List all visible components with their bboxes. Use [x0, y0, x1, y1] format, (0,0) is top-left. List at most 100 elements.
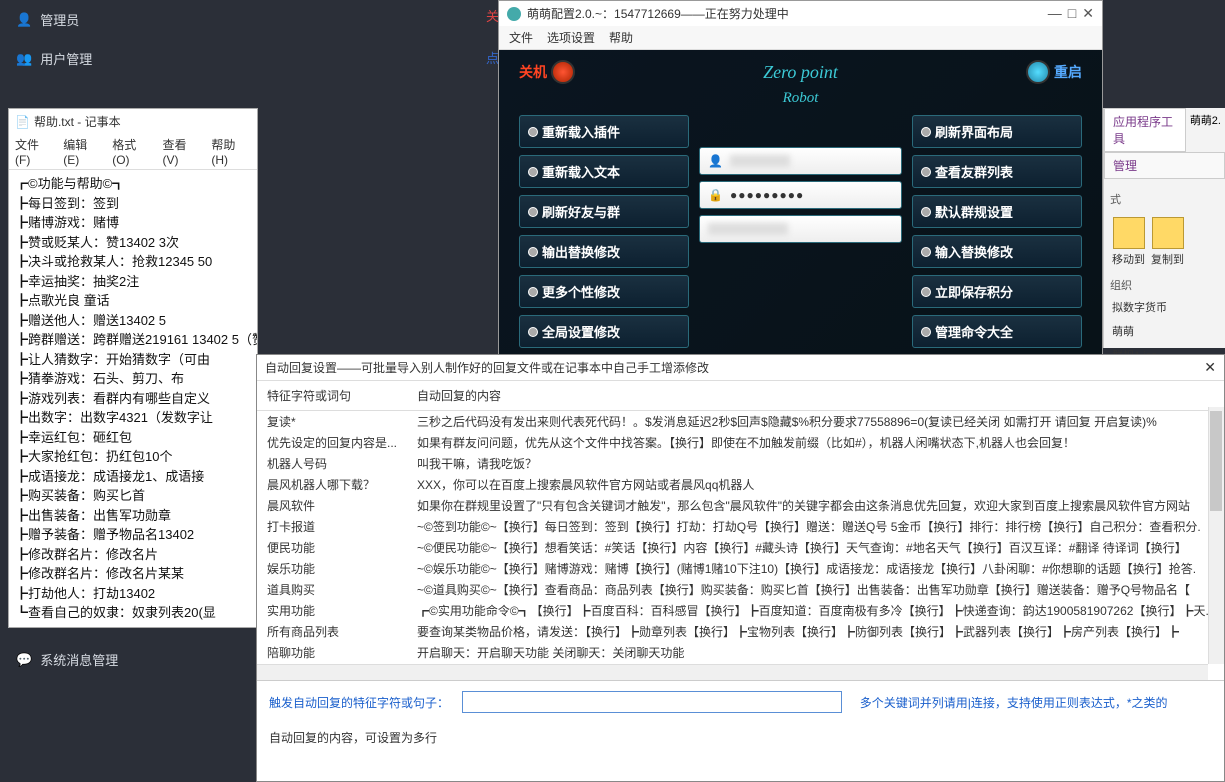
notepad-line: ┣让人猜数字：开始猜数字（可由	[15, 350, 251, 370]
close-icon[interactable]: ✕	[1204, 359, 1216, 376]
notepad-menubar: 文件(F) 编辑(E) 格式(O) 查看(V) 帮助(H)	[9, 134, 257, 170]
file-item[interactable]: 萌萌	[1104, 319, 1225, 343]
cfg-menu-file[interactable]: 文件	[509, 29, 533, 46]
move-to-button[interactable]: 移动到	[1112, 217, 1145, 267]
bullet-icon	[528, 327, 538, 337]
cell-reply: ~©道具购买©~【换行】查看商品：商品列表【换行】购买装备：购买匕首【换行】出售…	[417, 581, 1214, 598]
brand-title: Zero point	[763, 62, 838, 83]
cell-reply: 开启聊天：开启聊天功能 关闭聊天：关闭聊天功能	[417, 644, 1214, 661]
scrollbar-horizontal[interactable]	[257, 664, 1208, 680]
trigger-input[interactable]	[462, 691, 842, 713]
maximize-button[interactable]: □	[1068, 5, 1076, 22]
extra-input[interactable]	[699, 215, 902, 243]
notepad-line: ┣决斗或抢救某人：抢救12345 50	[15, 252, 251, 272]
cell-reply: ~©便民功能©~【换行】想看笑话：#笑话【换行】内容【换行】#藏头诗【换行】天气…	[417, 539, 1214, 556]
notepad-line: ┣赠予装备：赠予物品名13402	[15, 525, 251, 545]
account-blur	[730, 155, 790, 167]
sidebar-item-admin[interactable]: 👤 管理员	[0, 0, 250, 39]
cell-reply: 要查询某类物品价格，请发送：【换行】┣勋章列表【换行】┣宝物列表【换行】┣防御列…	[417, 623, 1214, 640]
cfg-right-btn-4[interactable]: 立即保存积分	[912, 275, 1082, 308]
notepad-line: ┣购买装备：购买匕首	[15, 486, 251, 506]
notepad-line: ┣修改群名片：修改名片	[15, 545, 251, 565]
notepad-window: 📄 帮助.txt - 记事本 文件(F) 编辑(E) 格式(O) 查看(V) 帮…	[8, 108, 258, 628]
notepad-icon: 📄	[15, 115, 30, 129]
bullet-icon	[528, 287, 538, 297]
table-row[interactable]: 复读*三秒之后代码没有发出来则代表死代码！。$发消息延迟2秒$回声$隐藏$%积分…	[257, 411, 1224, 432]
trigger-hint: 多个关键词并列请用|连接，支持使用正则表达式，*之类的	[860, 696, 1168, 710]
bullet-icon	[528, 207, 538, 217]
cfg-right-btn-3[interactable]: 输入替换修改	[912, 235, 1082, 268]
config-titlebar[interactable]: 萌萌配置2.0.~：1547712669——正在努力处理中 — □ ✕	[499, 1, 1102, 26]
file-item[interactable]: 拟数字货币	[1104, 295, 1225, 319]
app-icon	[507, 7, 521, 21]
cfg-left-btn-0[interactable]: 重新载入插件	[519, 115, 689, 148]
cell-trigger: 道具购买	[267, 581, 417, 598]
menu-file[interactable]: 文件(F)	[15, 136, 53, 167]
password-input[interactable]: 🔒 ●●●●●●●●●	[699, 181, 902, 209]
table-row[interactable]: 晨风软件如果你在群规里设置了"只有包含关键词才触发"，那么包含"晨风软件"的关键…	[257, 495, 1224, 516]
account-input[interactable]: 👤	[699, 147, 902, 175]
cell-reply: 如果有群友问问题，优先从这个文件中找答案。【换行】即使在不加触发前缀（比如#），…	[417, 434, 1214, 451]
menu-view[interactable]: 查看(V)	[162, 136, 201, 167]
cell-trigger: 优先设定的回复内容是...	[267, 434, 417, 451]
cfg-right-btn-1[interactable]: 查看友群列表	[912, 155, 1082, 188]
bullet-icon	[921, 287, 931, 297]
restart-button[interactable]	[1026, 60, 1050, 84]
sidebar-item-users[interactable]: 👥 用户管理	[0, 39, 250, 78]
cell-reply: ~©签到功能©~【换行】每日签到：签到【换行】打劫：打劫Q号【换行】赠送：赠送Q…	[417, 518, 1214, 535]
cell-trigger: 所有商品列表	[267, 623, 417, 640]
scrollbar-vertical[interactable]	[1208, 407, 1224, 664]
cfg-right-btn-0[interactable]: 刷新界面布局	[912, 115, 1082, 148]
table-row[interactable]: 机器人号码叫我干嘛，请我吃饭？	[257, 453, 1224, 474]
cfg-right-btn-2[interactable]: 默认群规设置	[912, 195, 1082, 228]
notepad-content[interactable]: ┏©功能与帮助©┓┣每日签到：签到┣赌博游戏：赌博┣赞或贬某人：赞13402 3…	[9, 170, 257, 627]
sidebar-label: 系统消息管理	[40, 650, 118, 669]
cfg-left-btn-3[interactable]: 输出替换修改	[519, 235, 689, 268]
notepad-line: ┣赠送他人：赠送13402 5	[15, 311, 251, 331]
table-row[interactable]: 道具购买~©道具购买©~【换行】查看商品：商品列表【换行】购买装备：购买匕首【换…	[257, 579, 1224, 600]
ribbon-tab-manage[interactable]: 管理	[1104, 152, 1225, 179]
cell-trigger: 打卡报道	[267, 518, 417, 535]
users-icon: 👥	[16, 51, 32, 67]
table-row[interactable]: 娱乐功能~©娱乐功能©~【换行】赌博游戏：赌博【换行】(赌博1赌10下注10)【…	[257, 558, 1224, 579]
menu-format[interactable]: 格式(O)	[112, 136, 152, 167]
notepad-titlebar[interactable]: 📄 帮助.txt - 记事本	[9, 109, 257, 134]
notepad-line: ┗查看自己的奴隶：奴隶列表20(显	[15, 603, 251, 623]
folder-copy-icon	[1152, 217, 1184, 249]
cfg-left-btn-4[interactable]: 更多个性修改	[519, 275, 689, 308]
table-row[interactable]: 所有商品列表要查询某类物品价格，请发送：【换行】┣勋章列表【换行】┣宝物列表【换…	[257, 621, 1224, 642]
table-row[interactable]: 优先设定的回复内容是...如果有群友问问题，优先从这个文件中找答案。【换行】即使…	[257, 432, 1224, 453]
sidebar-item-sysmsg[interactable]: 💬 系统消息管理	[0, 640, 134, 679]
autoreply-titlebar[interactable]: 自动回复设置——可批量导入别人制作好的回复文件或在记事本中自己手工增添修改 ✕	[257, 355, 1224, 381]
ribbon-ctx-tab[interactable]: 应用程序工具	[1104, 108, 1186, 152]
notepad-line: ┣幸运抽奖：抽奖2注	[15, 272, 251, 292]
notepad-line: ┣大家抢红包：扔红包10个	[15, 447, 251, 467]
cell-reply: ~©娱乐功能©~【换行】赌博游戏：赌博【换行】(赌博1赌10下注10)【换行】成…	[417, 560, 1214, 577]
cfg-left-btn-5[interactable]: 全局设置修改	[519, 315, 689, 348]
bullet-icon	[528, 167, 538, 177]
cfg-left-btn-2[interactable]: 刷新好友与群	[519, 195, 689, 228]
table-row[interactable]: 实用功能┏©实用功能命令©┓【换行】┣百度百科：百科感冒【换行】┣百度知道：百度…	[257, 600, 1224, 621]
table-row[interactable]: 打卡报道~©签到功能©~【换行】每日签到：签到【换行】打劫：打劫Q号【换行】赠送…	[257, 516, 1224, 537]
menu-edit[interactable]: 编辑(E)	[63, 136, 102, 167]
table-row[interactable]: 便民功能~©便民功能©~【换行】想看笑话：#笑话【换行】内容【换行】#藏头诗【换…	[257, 537, 1224, 558]
table-row[interactable]: 陪聊功能开启聊天：开启聊天功能 关闭聊天：关闭聊天功能	[257, 642, 1224, 663]
ribbon-win-title: 萌萌2.	[1186, 108, 1225, 152]
table-row[interactable]: 晨风机器人哪下载？XXX，你可以在百度上搜索晨风软件官方网站或者晨风qq机器人	[257, 474, 1224, 495]
bullet-icon	[528, 247, 538, 257]
cfg-left-btn-1[interactable]: 重新载入文本	[519, 155, 689, 188]
lock-icon: 🔒	[708, 188, 724, 202]
table-header-trigger[interactable]: 特征字符或词句	[267, 387, 417, 404]
copy-to-button[interactable]: 复制到	[1151, 217, 1184, 267]
close-button[interactable]: ✕	[1082, 5, 1094, 22]
minimize-button[interactable]: —	[1048, 5, 1062, 22]
menu-help[interactable]: 帮助(H)	[211, 136, 251, 167]
cfg-menu-options[interactable]: 选项设置	[547, 29, 595, 46]
cfg-right-btn-5[interactable]: 管理命令大全	[912, 315, 1082, 348]
cfg-menu-help[interactable]: 帮助	[609, 29, 633, 46]
scroll-thumb[interactable]	[1210, 411, 1222, 511]
cell-trigger: 实用功能	[267, 602, 417, 619]
table-header-reply[interactable]: 自动回复的内容	[417, 387, 1214, 404]
power-button[interactable]	[551, 60, 575, 84]
chat-icon: 💬	[16, 652, 32, 668]
